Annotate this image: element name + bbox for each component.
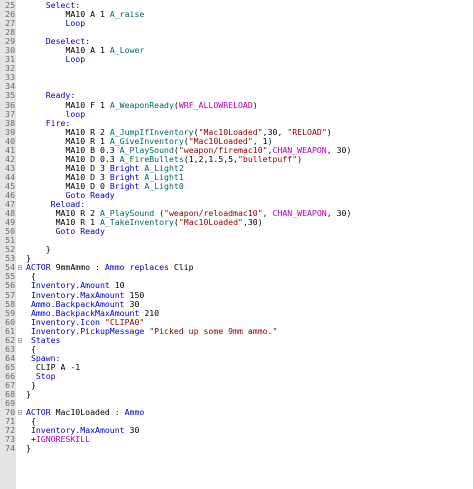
token-func: A_WeaponReady: [109, 99, 174, 110]
fold-toggle-icon[interactable]: ⊟: [17, 263, 23, 272]
token-func: A_raise: [109, 9, 145, 20]
token-plain: Mac10Loaded :: [55, 407, 125, 418]
token-kw: Stop: [35, 370, 56, 381]
token-flag: IGNORESKILL: [35, 434, 91, 445]
code-line[interactable]: 52 }: [0, 245, 474, 254]
code-line[interactable]: 68}: [0, 389, 474, 400]
token-plain: ): [297, 153, 303, 164]
token-plain: ,: [262, 208, 273, 219]
fold-toggle-icon[interactable]: ⊟: [17, 335, 23, 345]
code-line[interactable]: 50 Goto Ready: [0, 227, 474, 236]
code-text[interactable]: +IGNORESKILL: [26, 435, 90, 444]
token-plain: , 30): [326, 208, 352, 219]
token-plain: ): [252, 99, 258, 110]
code-line[interactable]: 33: [0, 73, 474, 82]
code-text[interactable]: ACTOR Mac10Loaded : Ammo: [26, 408, 144, 417]
code-line[interactable]: 70 ⊟ ACTOR Mac10Loaded : Ammo: [0, 408, 474, 417]
token-func: A_Lower: [109, 45, 145, 56]
code-text[interactable]: Goto Ready: [26, 227, 105, 236]
code-text[interactable]: Loop: [26, 19, 85, 28]
code-text[interactable]: ACTOR 9mmAmmo : Ammo replaces Clip: [26, 263, 194, 272]
token-plain: ,30): [242, 217, 263, 228]
token-str: "RELOAD": [287, 126, 327, 137]
token-plain: 30: [124, 425, 140, 436]
code-line[interactable]: 63 {: [0, 344, 474, 354]
code-line[interactable]: 31 Loop: [0, 55, 474, 64]
code-text[interactable]: }: [26, 444, 31, 453]
token-str: "Mac10Loaded": [178, 217, 243, 228]
code-line[interactable]: 32: [0, 64, 474, 73]
token-flag: CHAN_WEAPON: [272, 208, 327, 219]
token-kw: Loop: [65, 18, 86, 29]
code-line[interactable]: 62 ⊟ States: [0, 335, 474, 345]
code-line[interactable]: 61 Inventory.PickupMessage "Picked up so…: [0, 325, 474, 336]
code-editor[interactable]: 25 Select: 26 MA10 A 1 A_raise 27 Loop 28 29…: [0, 0, 474, 489]
code-text[interactable]: Loop: [26, 55, 85, 64]
token-str: "bulletpuff": [238, 153, 298, 164]
code-line[interactable]: 66 Stop: [0, 370, 474, 381]
token-plain: 9mmAmmo :: [55, 262, 105, 273]
token-func: A_Light0: [144, 180, 184, 191]
line-number: 74: [5, 443, 15, 454]
token-plain: , 30): [326, 144, 352, 155]
code-line[interactable]: 27 Loop: [0, 19, 474, 28]
token-kw: Ammo replaces: [104, 262, 174, 273]
token-plain: }: [45, 244, 51, 255]
code-lines[interactable]: 25 Select: 26 MA10 A 1 A_raise 27 Loop 28 29…: [0, 0, 474, 453]
code-line[interactable]: 54 ⊟ ACTOR 9mmAmmo : Ammo replaces Clip: [0, 263, 474, 272]
code-line[interactable]: 37 loop: [0, 109, 474, 119]
code-text[interactable]: }: [26, 389, 31, 400]
token-plain: }: [30, 379, 36, 390]
token-plain: ): [326, 126, 332, 137]
token-plain: }: [26, 389, 31, 400]
token-plain: Clip: [173, 262, 194, 273]
code-line[interactable]: 74}: [0, 444, 474, 453]
token-plain: (1,2,1.5,5,: [183, 153, 238, 164]
token-kw: Loop: [65, 54, 86, 65]
token-plain: }: [26, 443, 31, 454]
fold-toggle-icon[interactable]: ⊟: [17, 408, 23, 417]
code-line[interactable]: 67 }: [0, 379, 474, 390]
code-line[interactable]: 73 +IGNORESKILL: [0, 435, 474, 444]
token-str: "Picked up some 9mm ammo.": [149, 325, 278, 336]
code-line[interactable]: 51: [0, 236, 474, 245]
token-flag: WRF_ALLOWRELOAD: [178, 99, 253, 110]
code-text[interactable]: Inventory.PickupMessage "Picked up some …: [26, 325, 278, 336]
code-line[interactable]: 65 CLIP A -1: [0, 362, 474, 372]
token-kw: Goto Ready: [55, 226, 105, 237]
token-func: A_TakeInventory: [99, 217, 174, 228]
token-kw: Ammo: [124, 407, 145, 418]
